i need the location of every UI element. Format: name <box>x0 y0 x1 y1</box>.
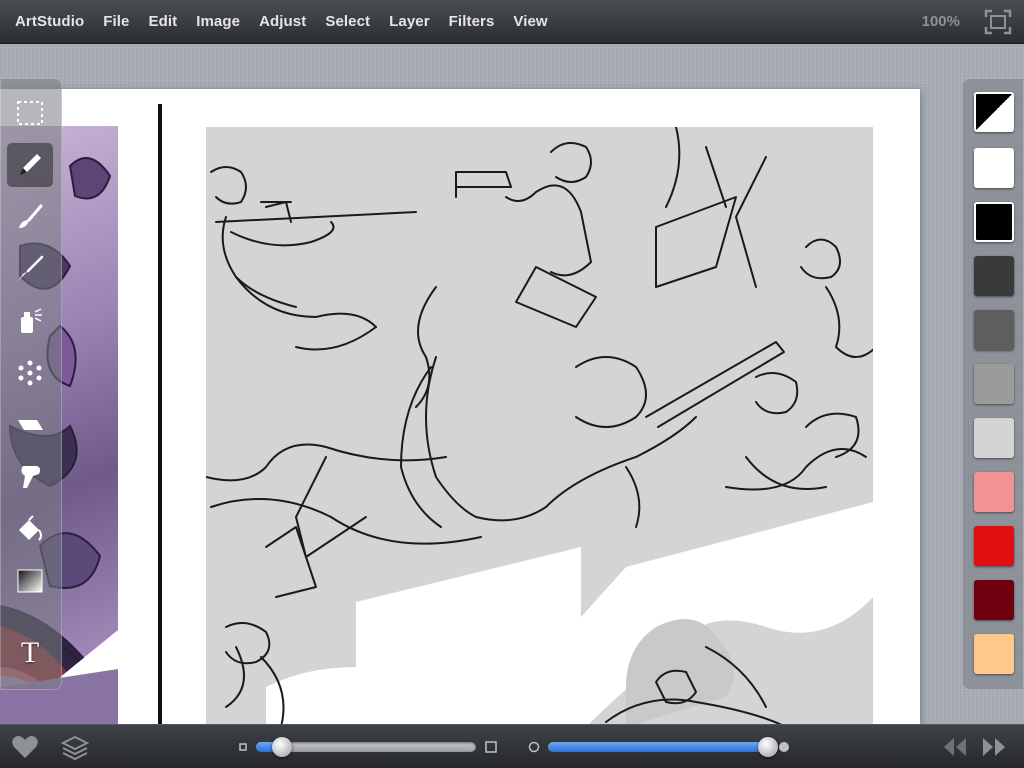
brush-tool[interactable] <box>6 194 54 240</box>
brush-icon <box>19 204 43 228</box>
swatch-salmon[interactable] <box>974 472 1014 512</box>
swatch-dark-gray[interactable] <box>974 256 1014 296</box>
marquee-select-tool[interactable] <box>6 90 54 136</box>
swatch-black[interactable] <box>974 202 1014 242</box>
document-canvas[interactable] <box>0 89 920 725</box>
spray-can-icon <box>21 308 42 333</box>
heart-icon[interactable] <box>11 734 39 760</box>
color-palette <box>962 78 1024 690</box>
primary-secondary-swatch[interactable] <box>974 92 1014 132</box>
fine-brush-tool[interactable] <box>6 246 54 292</box>
smudge-tool[interactable] <box>6 454 54 500</box>
text-tool[interactable]: T <box>6 630 54 676</box>
page-gutter-line <box>158 104 162 725</box>
spray-tool[interactable] <box>6 298 54 344</box>
swatch-white[interactable] <box>974 148 1014 188</box>
swatch-medium-dark-gray[interactable] <box>974 310 1014 350</box>
brush-size-knob[interactable] <box>272 737 293 757</box>
menu-bar: ArtStudio File Edit Image Adjust Select … <box>0 0 1024 44</box>
paint-bucket-icon <box>19 515 42 541</box>
swatch-dark-red[interactable] <box>974 580 1014 620</box>
swatch-peach[interactable] <box>974 634 1014 674</box>
dots-icon <box>18 360 42 386</box>
text-icon: T <box>20 636 40 669</box>
menu-view[interactable]: View <box>513 13 547 30</box>
sketch-panel[interactable] <box>206 127 873 725</box>
bottom-bar <box>0 724 1024 768</box>
menu-adjust[interactable]: Adjust <box>259 13 306 30</box>
menu-edit[interactable]: Edit <box>148 13 177 30</box>
high-opacity-icon <box>779 742 789 752</box>
redo-icon[interactable] <box>981 734 1009 760</box>
particle-brush-tool[interactable] <box>6 350 54 396</box>
menu-filters[interactable]: Filters <box>449 13 495 30</box>
menu-select[interactable]: Select <box>325 13 370 30</box>
large-size-icon <box>485 741 497 753</box>
menu-layer[interactable]: Layer <box>389 13 430 30</box>
menu: ArtStudio File Edit Image Adjust Select … <box>0 0 567 44</box>
pencil-icon <box>19 154 41 176</box>
low-opacity-icon <box>528 741 540 753</box>
layers-icon[interactable] <box>60 734 90 761</box>
eraser-icon <box>18 420 43 430</box>
swatch-gray[interactable] <box>974 364 1014 404</box>
pencil-tool[interactable] <box>6 142 54 188</box>
zoom-level[interactable]: 100% <box>922 13 960 30</box>
app-menu[interactable]: ArtStudio <box>15 13 84 30</box>
tool-palette: T <box>0 78 62 690</box>
swatch-red[interactable] <box>974 526 1014 566</box>
small-size-icon <box>239 743 247 751</box>
gradient-tool[interactable] <box>6 558 54 604</box>
undo-icon[interactable] <box>940 734 968 760</box>
opacity-slider[interactable] <box>548 742 768 752</box>
opacity-fill <box>548 742 768 752</box>
menu-file[interactable]: File <box>103 13 129 30</box>
swatch-light-gray[interactable] <box>974 418 1014 458</box>
sketch-artwork <box>206 127 873 725</box>
smudge-finger-icon <box>21 466 41 488</box>
menu-image[interactable]: Image <box>196 13 240 30</box>
fullscreen-icon[interactable] <box>984 9 1012 35</box>
opacity-knob[interactable] <box>758 737 778 757</box>
fill-tool[interactable] <box>6 506 54 552</box>
dashed-rectangle-icon <box>17 101 43 125</box>
fine-brush-icon <box>19 255 44 280</box>
gradient-icon <box>17 569 43 593</box>
eraser-tool[interactable] <box>6 402 54 448</box>
